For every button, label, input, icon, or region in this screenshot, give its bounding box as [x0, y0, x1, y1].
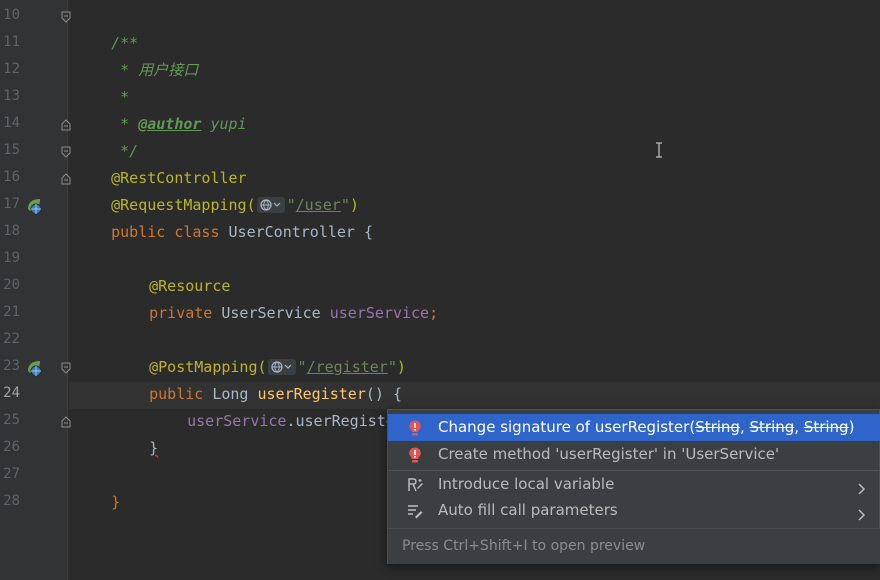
code-line-16[interactable]: @RequestMapping("/user") [75, 165, 359, 214]
introduce-variable-icon [406, 476, 424, 494]
gutter-line: 26 [0, 435, 68, 462]
code-line-23[interactable]: public Long userRegister() { [113, 354, 402, 403]
gutter-line: 16 [0, 165, 71, 192]
line-number: 24 [3, 385, 20, 401]
popup-footer-hint: Press Ctrl+Shift+I to open preview [388, 528, 880, 564]
chevron-right-icon [856, 504, 866, 521]
code-line-10[interactable]: /** [75, 3, 138, 52]
gutter-line: 19 [0, 246, 68, 273]
chevron-right-icon [856, 478, 866, 495]
line-number: 13 [3, 88, 20, 104]
javadoc-tag: @author [138, 115, 202, 133]
editor-gutter[interactable]: 10 11 12 13 14 15 16 17 18 19 20 21 22 2… [0, 0, 71, 580]
gutter-line: 17 [0, 192, 68, 219]
line-number: 25 [3, 412, 20, 428]
spring-bean-globe-icon[interactable] [25, 359, 43, 377]
class-name: UserController [228, 223, 364, 241]
gutter-line: 10 [0, 3, 71, 30]
line-number: 28 [3, 493, 20, 509]
gutter-line: 21 [0, 300, 68, 327]
line-number: 21 [3, 304, 20, 320]
code-line-19[interactable]: @Resource [113, 246, 230, 295]
gutter-line: 20 [0, 273, 68, 300]
gutter-line: 12 [0, 57, 68, 84]
line-number: 18 [3, 223, 20, 239]
line-number: 19 [3, 250, 20, 266]
gutter-line: 23 [0, 354, 71, 381]
gutter-line: 18 [0, 219, 68, 246]
field-reference: userService [187, 412, 287, 430]
popup-item-create-method[interactable]: Create method 'userRegister' in 'UserSer… [388, 441, 880, 468]
code-line-11[interactable]: * 用户接口 [75, 30, 198, 79]
gutter-line: 11 [0, 30, 68, 57]
gutter-line: 14 [0, 111, 71, 138]
gutter-line: 28 [0, 489, 68, 516]
line-number: 16 [3, 169, 20, 185]
code-line-13[interactable]: * @author yupi [75, 84, 246, 133]
popup-item-change-signature[interactable]: Change signature of userRegister(String,… [388, 414, 880, 441]
code-line-17[interactable]: public class UserController { [75, 192, 373, 241]
code-line-24[interactable]: userService.userRegister() [151, 381, 422, 430]
code-line-15[interactable]: @RestController [75, 138, 246, 187]
line-number: 15 [3, 142, 20, 158]
line-number: 23 [3, 358, 20, 374]
code-line-27[interactable]: } [75, 462, 120, 511]
code-line-12[interactable]: * [75, 57, 129, 106]
field-name: userService [329, 304, 430, 322]
code-line-22[interactable]: @PostMapping("/register") [113, 327, 406, 376]
popup-item-introduce-local-variable[interactable]: Introduce local variable [388, 471, 880, 498]
code-line-20[interactable]: private UserService userService; [113, 273, 438, 322]
popup-item-auto-fill-call-parameters[interactable]: Auto fill call parameters [388, 497, 880, 524]
error-bulb-icon [406, 419, 424, 437]
line-number: 14 [3, 115, 20, 131]
line-number: 12 [3, 61, 20, 77]
mouse-ibeam-cursor-icon [656, 142, 662, 158]
line-number: 10 [3, 7, 20, 23]
gutter-line: 13 [0, 84, 68, 111]
auto-fill-icon [406, 502, 424, 520]
gutter-line: 15 [0, 138, 71, 165]
line-number: 17 [3, 196, 20, 212]
code-line-14[interactable]: */ [75, 111, 138, 160]
gutter-line: 27 [0, 462, 68, 489]
code-line-25[interactable]: } [113, 408, 158, 457]
line-number: 27 [3, 466, 20, 482]
line-number: 20 [3, 277, 20, 293]
gutter-line: 25 [0, 408, 71, 435]
gutter-line: 22 [0, 327, 68, 354]
error-bulb-icon [406, 446, 424, 464]
line-number: 11 [3, 34, 20, 50]
line-number: 22 [3, 331, 20, 347]
gutter-line: 24 [0, 381, 68, 408]
line-number: 26 [3, 439, 20, 455]
intention-actions-popup[interactable]: Change signature of userRegister(String,… [387, 409, 880, 564]
spring-bean-globe-icon[interactable] [25, 197, 43, 215]
